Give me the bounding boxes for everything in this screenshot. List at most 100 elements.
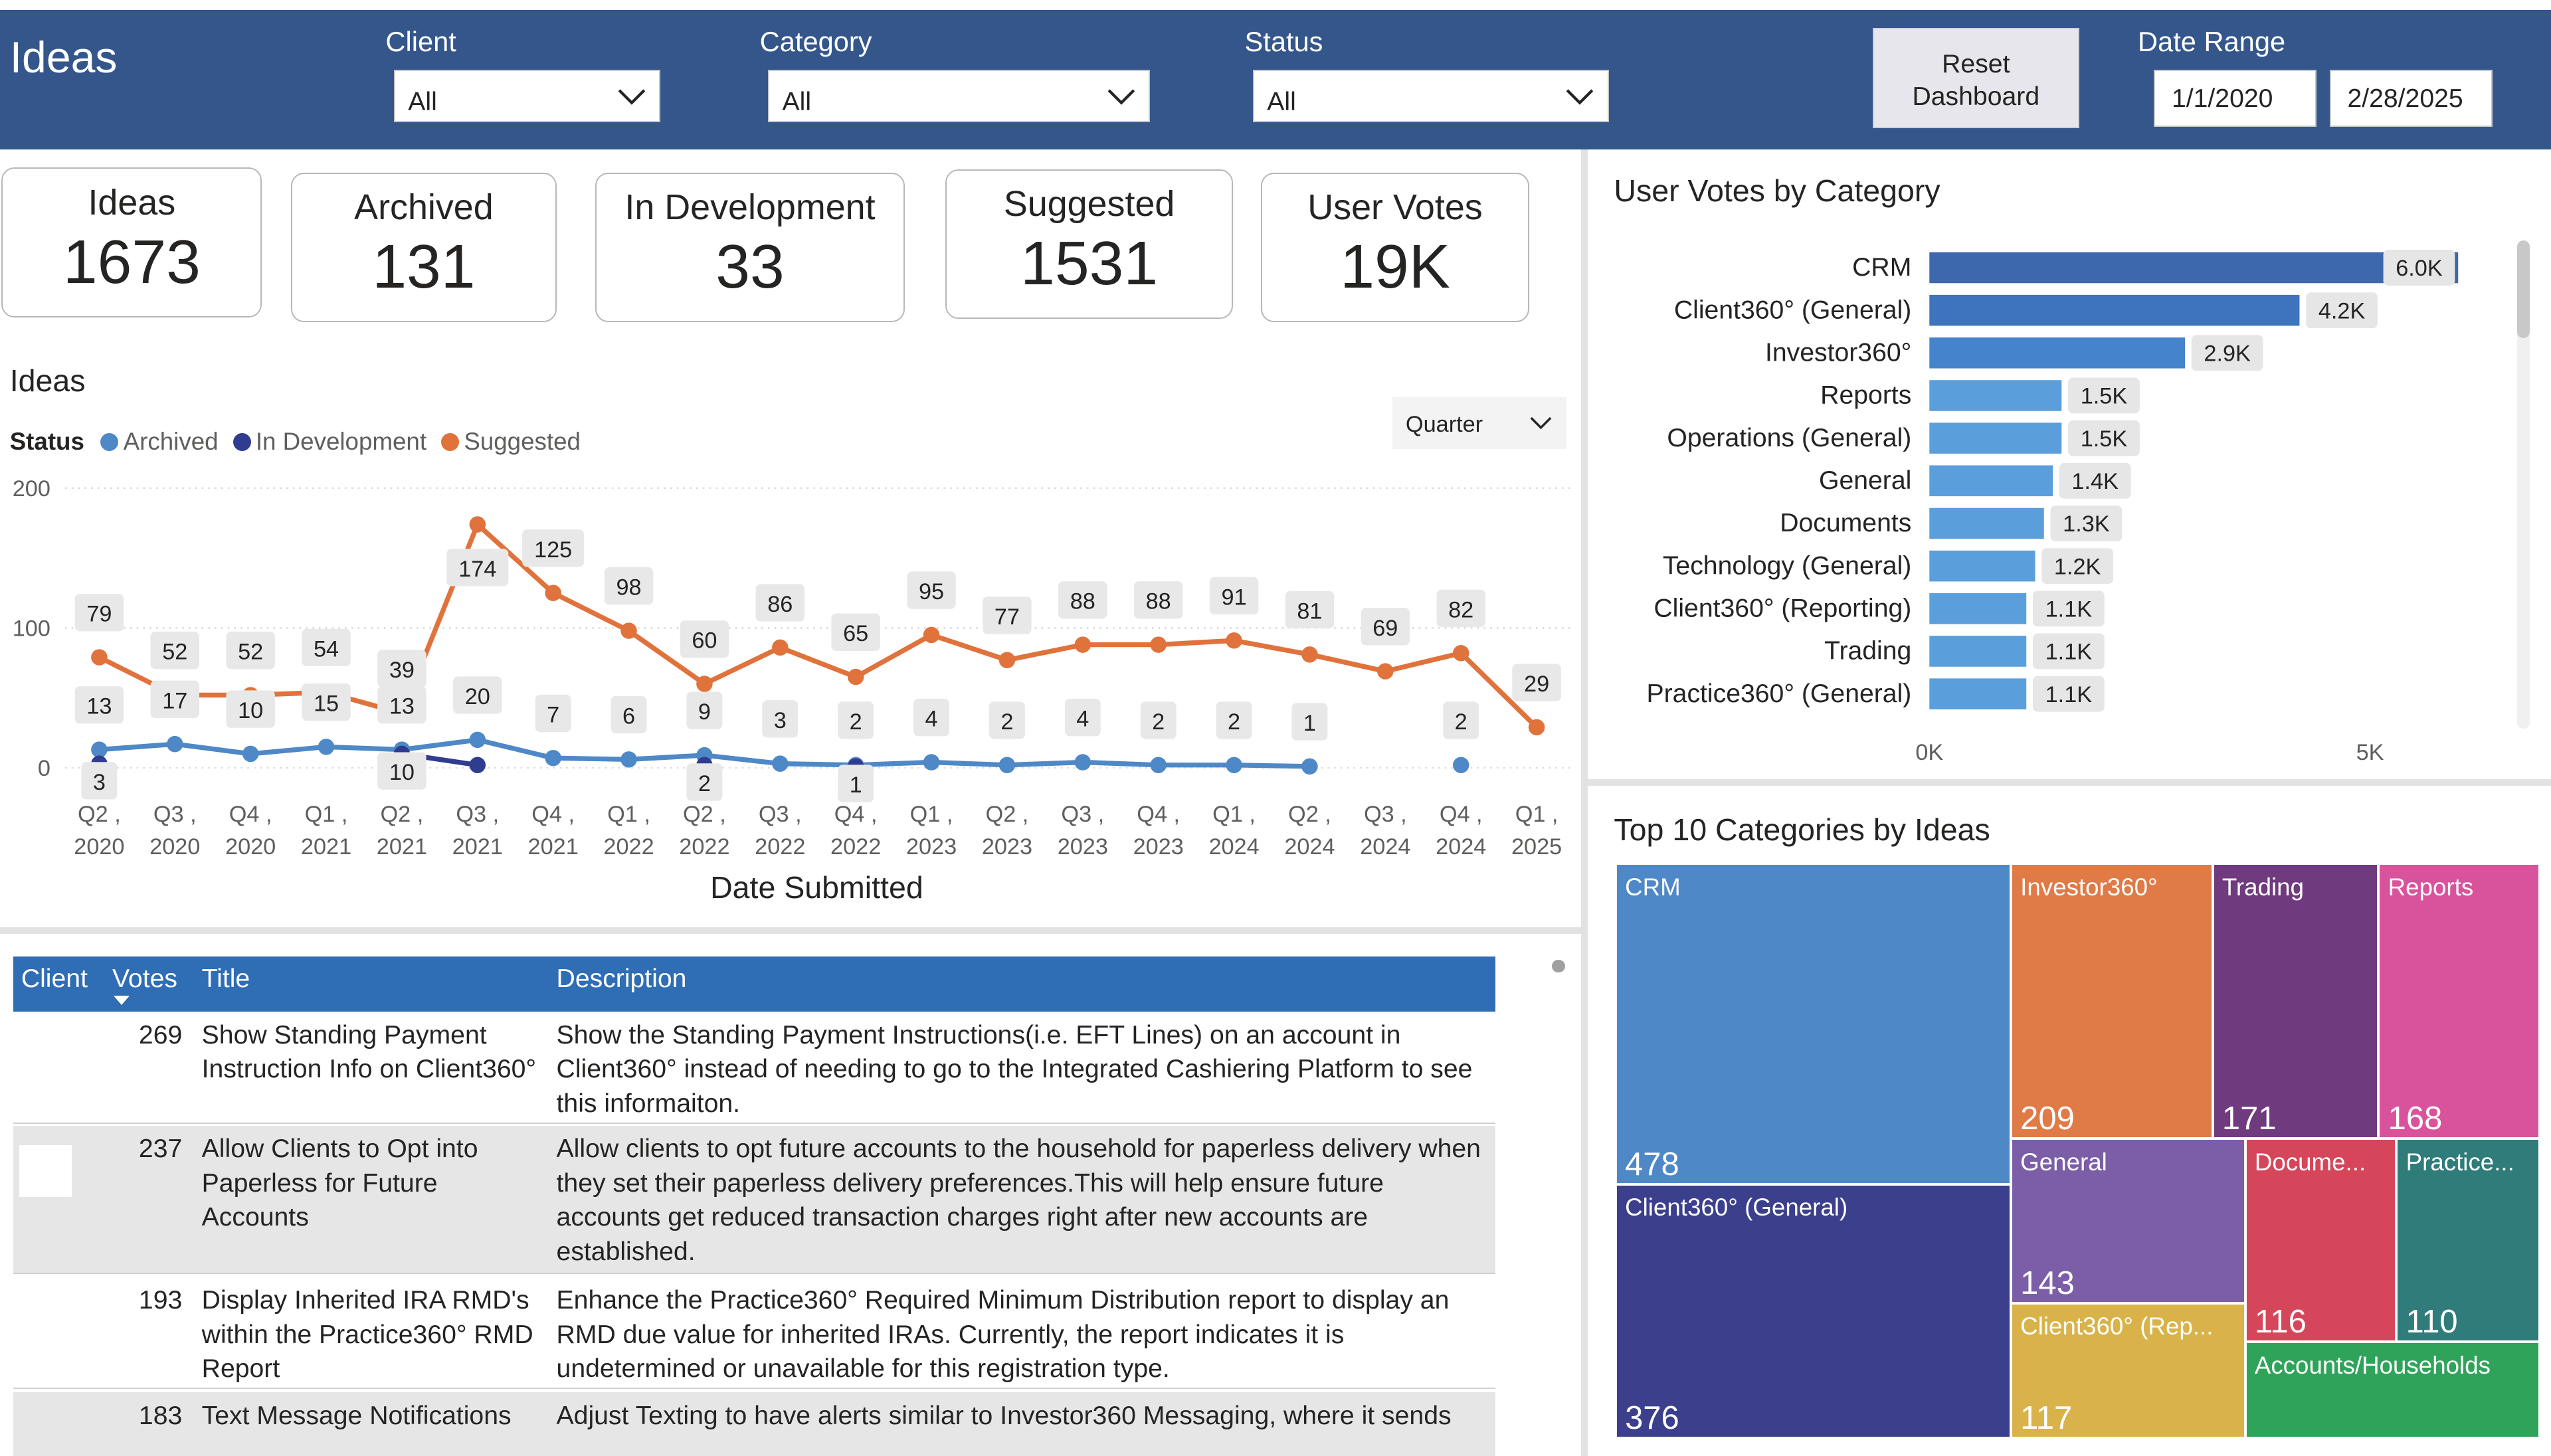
bar[interactable] [1929,678,2027,709]
legend-item-in-development[interactable]: In Development [233,428,426,456]
data-point[interactable] [772,755,789,772]
data-label-text: 82 [1448,597,1473,622]
treemap-cell-accounts-households[interactable]: Accounts/Households [2245,1342,2540,1438]
votes-chart-scrollbar[interactable] [2516,240,2530,729]
table-row[interactable]: 193 Display Inherited IRA RMD's within t… [13,1277,1495,1390]
data-point[interactable] [772,639,789,656]
kpi-label: In Development [624,187,876,228]
bar[interactable] [1929,337,2186,369]
data-label-text: 2 [1152,709,1165,735]
data-point[interactable] [545,585,561,601]
data-point[interactable] [469,731,486,749]
data-point[interactable] [1150,636,1167,653]
ideas-line-chart: 0 100 200 Q2 , 2020 Q3 , 2020 Q4 , 2020 Q1 , 2021 Q… [13,476,1570,905]
data-point[interactable] [1150,757,1167,773]
data-label: 52 [226,631,275,670]
treemap-cell-general[interactable]: General 143 [2010,1138,2245,1303]
table-scrollbar[interactable] [1552,959,1565,973]
bar[interactable] [1929,465,2053,496]
category-label: Client360° (General) [1674,296,1912,324]
category-label: Reports [1820,381,1911,410]
treemap-cell-documents[interactable]: Docume... 116 [2245,1138,2397,1342]
data-point[interactable] [1452,757,1469,773]
data-label-text: 9 [698,699,711,725]
data-point[interactable] [167,735,183,753]
column-header-title[interactable]: Title [202,964,250,994]
treemap-cell-trading[interactable]: Trading 171 [2212,864,2379,1139]
data-point[interactable] [242,745,259,763]
date-start-input[interactable]: 1/1/2020 [2154,70,2317,127]
category-label: Technology (General) [1663,551,1912,580]
reset-dashboard-button[interactable]: Reset Dashboard [1872,27,2079,129]
x-tick-label: Q2 , 2024 [1284,802,1335,860]
data-point[interactable] [1301,646,1318,663]
column-header-description[interactable]: Description [557,964,687,994]
status-filter-dropdown[interactable]: All [1252,70,1610,122]
data-label: 2 [838,701,874,739]
table-row[interactable]: 183 Text Message Notifications Adjust Te… [13,1392,1495,1456]
data-point[interactable] [469,757,486,773]
legend-item-archived[interactable]: Archived [100,428,219,456]
data-point[interactable] [1301,758,1318,775]
bar[interactable] [1929,422,2062,454]
bar[interactable] [1929,294,2300,326]
bar[interactable] [1929,550,2035,582]
data-point[interactable] [696,676,713,692]
table-row[interactable]: 237 Allow Clients to Opt into Paperless … [13,1125,1495,1274]
client-filter-dropdown[interactable]: All [393,70,661,122]
data-label-text: 15 [314,691,339,716]
bar[interactable] [1929,380,2062,411]
bar[interactable] [1929,507,2044,539]
data-point[interactable] [847,668,864,685]
treemap-cell-reports[interactable]: Reports 168 [2378,864,2540,1139]
data-point[interactable] [1074,636,1091,653]
date-end-input[interactable]: 2/28/2025 [2329,70,2493,127]
granularity-dropdown[interactable]: Quarter [1392,397,1567,449]
data-point[interactable] [998,652,1016,668]
reset-button-line1: Reset [1942,50,2010,78]
bar-data-label: 4.2K [2306,292,2378,328]
data-point[interactable] [1226,632,1242,649]
treemap-cell-client360-reporting[interactable]: Client360° (Rep... 117 [2010,1303,2245,1438]
data-point[interactable] [545,749,561,767]
data-point[interactable] [1452,644,1469,662]
treemap-cell-value: 478 [1625,1146,1679,1182]
data-label-text: 6 [622,703,635,729]
data-point[interactable] [91,649,108,666]
data-point[interactable] [620,751,637,768]
data-label-text: 3 [774,708,787,733]
data-point[interactable] [620,622,637,639]
column-header-votes[interactable]: Votes [112,964,177,994]
data-point[interactable] [91,741,108,758]
column-header-client[interactable]: Client [21,964,88,994]
sort-descending-icon[interactable] [114,995,130,1005]
category-filter-dropdown[interactable]: All [767,70,1151,122]
data-point[interactable] [923,626,940,644]
data-point[interactable] [923,754,940,771]
data-point[interactable] [469,516,486,533]
data-label: 4 [913,698,949,737]
data-point[interactable] [1528,719,1545,736]
bar[interactable] [1929,592,2027,624]
data-point[interactable] [1226,757,1242,773]
treemap-cell-practice360[interactable]: Practice... 110 [2396,1138,2540,1342]
treemap-cell-investor360[interactable]: Investor360° 209 [2010,864,2213,1139]
bar-data-label-text: 1.5K [2081,384,2128,409]
treemap-cell-client360-general[interactable]: Client360° (General) 376 [1615,1184,2011,1438]
scrollbar-thumb[interactable] [2516,240,2530,339]
data-point[interactable] [318,739,335,755]
data-label: 125 [522,529,585,567]
data-point[interactable] [1074,754,1091,771]
data-point[interactable] [998,757,1016,773]
data-point[interactable] [1377,663,1394,680]
bar[interactable] [1929,636,2027,667]
treemap-cell-crm[interactable]: CRM 478 [1615,864,2011,1184]
data-label: 174 [446,549,509,587]
table-row[interactable]: 269 Show Standing Payment Instruction In… [13,1012,1495,1125]
legend-item-suggested[interactable]: Suggested [441,428,581,456]
bar[interactable] [1929,252,2459,284]
legend-label: Suggested [464,428,581,456]
bar-data-label: 2.9K [2192,335,2263,371]
bar-data-label-text: 1.4K [2072,469,2119,494]
kpi-label: Suggested [1003,184,1175,225]
